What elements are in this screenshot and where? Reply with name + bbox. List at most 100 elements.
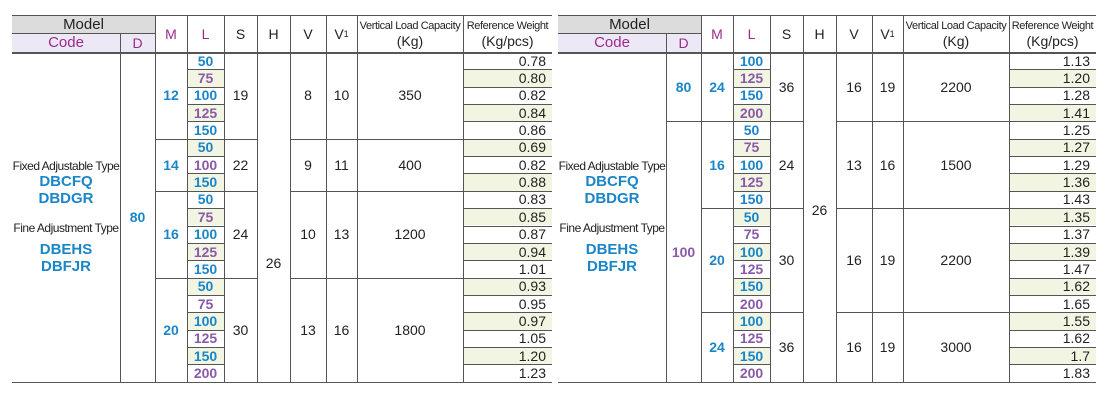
header-model: Model xyxy=(609,15,650,33)
length-cell: 100 xyxy=(193,226,218,243)
length-cell: 75 xyxy=(743,226,760,243)
s-cell: 30 xyxy=(778,252,795,269)
grid-line xyxy=(155,15,156,382)
grid-line xyxy=(836,15,837,382)
m-cell: 14 xyxy=(163,156,179,173)
grid-line xyxy=(1009,138,1096,140)
fine-type-code: DBFJR xyxy=(586,257,637,275)
weight-cell: 1.20 xyxy=(518,347,546,364)
fixed-type-label: Fixed Adjustable Type xyxy=(558,158,666,173)
header-code: Code xyxy=(594,34,630,51)
weight-cell: 1.29 xyxy=(1062,156,1090,173)
grid-line xyxy=(187,312,224,314)
grid-line xyxy=(463,156,552,158)
header-d: D xyxy=(678,34,689,51)
grid-line xyxy=(463,225,552,227)
header-v1-base: V xyxy=(334,25,344,42)
fine-type-code: DBEHS xyxy=(585,240,639,258)
grid-line xyxy=(733,225,770,227)
v-cell: 8 xyxy=(304,87,312,104)
grid-line xyxy=(733,277,770,279)
grid-line xyxy=(463,208,552,210)
grid-line xyxy=(770,15,771,382)
m-cell: 16 xyxy=(709,156,725,173)
grid-line xyxy=(558,33,701,34)
d-cell: 80 xyxy=(675,78,692,95)
grid-line xyxy=(1009,260,1096,262)
length-cell: 150 xyxy=(739,278,764,295)
v1-cell: 19 xyxy=(879,252,896,269)
length-cell: 50 xyxy=(743,122,760,139)
fine-type-label: Fine Adjustment Type xyxy=(559,220,665,235)
header-load: Vertical Load Capacity (Kg) xyxy=(903,15,1009,52)
grid-line xyxy=(733,138,770,140)
header-load-line1: Vertical Load Capacity xyxy=(359,19,461,32)
grid-line xyxy=(733,173,770,175)
grid-line xyxy=(187,294,224,296)
weight-cell: 0.82 xyxy=(518,87,546,104)
length-cell: 50 xyxy=(197,52,214,69)
header-h: H xyxy=(814,25,825,42)
grid-line xyxy=(701,15,702,382)
grid-line xyxy=(187,260,224,262)
grid-line xyxy=(187,15,188,382)
load-cell: 3000 xyxy=(940,338,972,355)
weight-cell: 1.37 xyxy=(1062,226,1090,243)
length-cell: 100 xyxy=(193,156,218,173)
length-cell: 125 xyxy=(193,104,218,121)
grid-line xyxy=(733,156,770,158)
weight-cell: 1.35 xyxy=(1062,208,1090,225)
header-s: S xyxy=(781,25,792,42)
grid-line xyxy=(1009,364,1096,366)
grid-line xyxy=(257,15,258,382)
grid-line xyxy=(558,381,1096,383)
grid-line xyxy=(463,294,552,296)
s-cell: 30 xyxy=(232,321,249,338)
weight-cell: 1.25 xyxy=(1062,122,1090,139)
grid-line xyxy=(733,86,770,88)
grid-line xyxy=(733,260,770,262)
grid-line xyxy=(463,15,464,382)
d-cell: 80 xyxy=(129,208,146,225)
load-cell: 1500 xyxy=(940,156,972,173)
weight-cell: 1.27 xyxy=(1062,139,1090,156)
length-cell: 100 xyxy=(739,312,764,329)
grid-line xyxy=(733,190,770,192)
header-v: V xyxy=(303,25,313,42)
weight-cell: 0.88 xyxy=(518,174,546,191)
h-cell: 26 xyxy=(811,202,828,218)
grid-line xyxy=(733,104,770,106)
grid-line xyxy=(1009,86,1096,88)
m-cell: 24 xyxy=(709,338,725,355)
grid-line xyxy=(1009,69,1096,71)
grid-line xyxy=(12,33,155,34)
s-cell: 24 xyxy=(232,226,249,243)
length-cell: 50 xyxy=(197,139,214,156)
grid-line xyxy=(463,86,552,88)
header-weight: Reference Weight (Kg/pcs) xyxy=(1009,15,1096,52)
header-v1-sub: 1 xyxy=(889,28,895,39)
weight-cell: 0.85 xyxy=(518,208,546,225)
header-v1-base: V xyxy=(880,25,890,42)
header-v: V xyxy=(849,25,859,42)
fixed-type-code: DBDGR xyxy=(38,189,94,207)
grid-line xyxy=(1009,190,1096,192)
header-code: Code xyxy=(48,34,84,51)
header-weight-line1: Reference Weight xyxy=(466,19,549,32)
length-cell: 100 xyxy=(739,156,764,173)
length-cell: 150 xyxy=(193,174,218,191)
weight-cell: 1.55 xyxy=(1062,312,1090,329)
weight-cell: 1.62 xyxy=(1062,330,1090,347)
grid-line xyxy=(187,329,224,331)
weight-cell: 0.93 xyxy=(518,278,546,295)
length-cell: 200 xyxy=(739,104,764,121)
length-cell: 150 xyxy=(739,191,764,208)
length-cell: 125 xyxy=(193,243,218,260)
v-cell: 9 xyxy=(304,156,312,173)
weight-cell: 1.7 xyxy=(1070,347,1090,364)
fixed-type-code: DBDGR xyxy=(584,189,640,207)
grid-line xyxy=(120,52,121,382)
length-cell: 75 xyxy=(743,139,760,156)
weight-cell: 1.62 xyxy=(1062,278,1090,295)
type-block: Fixed Adjustable Type DBCFQ DBDGR Fine Adju… xyxy=(12,52,120,382)
